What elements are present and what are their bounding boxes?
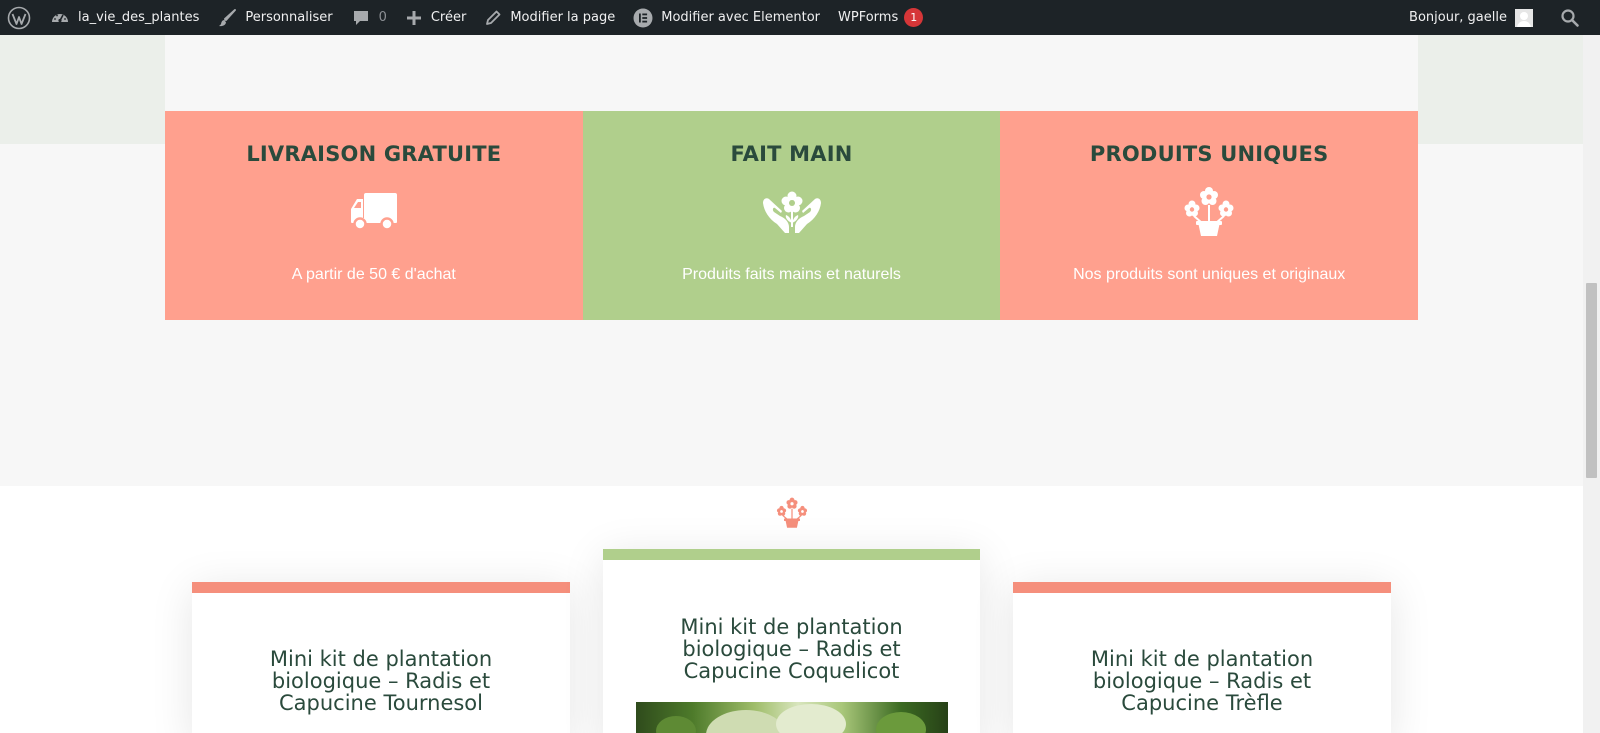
search-button[interactable] [1560,0,1580,35]
new-content-label: Créer [430,10,467,25]
plus-icon [406,10,421,25]
admin-bar: la_vie_des_plantes Personnaliser 0 Créer [0,0,1600,35]
feature-title: FAIT MAIN [730,142,853,166]
customize-label: Personnaliser [245,10,333,25]
leaf-shape [876,712,926,733]
feature-title: PRODUITS UNIQUES [1089,142,1329,166]
feature-text: Nos produits sont uniques et originaux [1073,266,1346,283]
edit-page-label: Modifier la page [510,10,616,25]
product-card[interactable]: Mini kit de plantation biologique – Radi… [192,582,570,733]
feature-text: Produits faits mains et naturels [682,266,901,283]
scrollbar-thumb[interactable] [1586,283,1597,478]
new-content-menu[interactable]: Créer [396,0,475,35]
product-card[interactable]: Mini kit de plantation biologique – Radi… [1013,582,1391,733]
customize-menu[interactable]: Personnaliser [208,0,341,35]
feature-free-delivery: LIVRAISON GRATUITE A partir de 50 € d'ac… [165,111,583,320]
product-card[interactable]: Mini kit de plantation biologique – Radi… [603,549,980,733]
feature-unique-products: PRODUITS UNIQUES Nos produits sont uniqu… [1000,111,1419,320]
greeting-label: Bonjour, gaelle [1409,10,1507,25]
product-title[interactable]: Mini kit de plantation biologique – Radi… [1013,648,1391,714]
search-icon [1561,8,1579,27]
flower-pot-icon [1183,187,1235,236]
elementor-icon [633,8,653,27]
elementor-menu[interactable]: Modifier avec Elementor [624,0,829,35]
site-name-menu[interactable]: la_vie_des_plantes [41,0,208,35]
hands-flower-icon [761,188,823,236]
product-image[interactable] [636,702,948,733]
card-accent-bar [1013,582,1391,593]
wordpress-menu[interactable] [0,0,41,35]
my-account-menu[interactable]: Bonjour, gaelle [1400,0,1542,35]
leaf-shape [656,716,696,733]
edit-page-menu[interactable]: Modifier la page [475,0,624,35]
wordpress-logo-icon [7,6,31,29]
dashboard-icon [52,13,68,22]
pencil-icon [486,10,501,25]
avatar-icon [1515,8,1533,27]
page-scrollbar[interactable] [1583,35,1600,733]
site-name-label: la_vie_des_plantes [78,10,200,25]
comment-icon [353,10,368,25]
leaf-shape [706,710,786,733]
wpforms-label: WPForms [838,10,899,25]
feature-title: LIVRAISON GRATUITE [246,142,502,166]
truck-icon [349,188,399,236]
feature-text: A partir de 50 € d'achat [291,266,456,283]
comments-menu[interactable]: 0 [342,0,396,35]
wpforms-menu[interactable]: WPForms 1 [829,0,932,35]
product-title[interactable]: Mini kit de plantation biologique – Radi… [192,648,570,714]
card-accent-bar [603,549,980,560]
brush-icon [219,8,237,26]
feature-handmade: FAIT MAIN Produits faits mains et nature… [582,111,1001,320]
elementor-label: Modifier avec Elementor [661,10,820,25]
leaf-shape [776,704,846,733]
comments-count: 0 [378,10,387,25]
card-accent-bar [192,582,570,593]
flower-pot-icon [776,497,808,528]
product-title[interactable]: Mini kit de plantation biologique – Radi… [603,616,980,682]
wpforms-notification-badge: 1 [904,8,924,27]
features-row: LIVRAISON GRATUITE A partir de 50 € d'ac… [165,111,1419,320]
